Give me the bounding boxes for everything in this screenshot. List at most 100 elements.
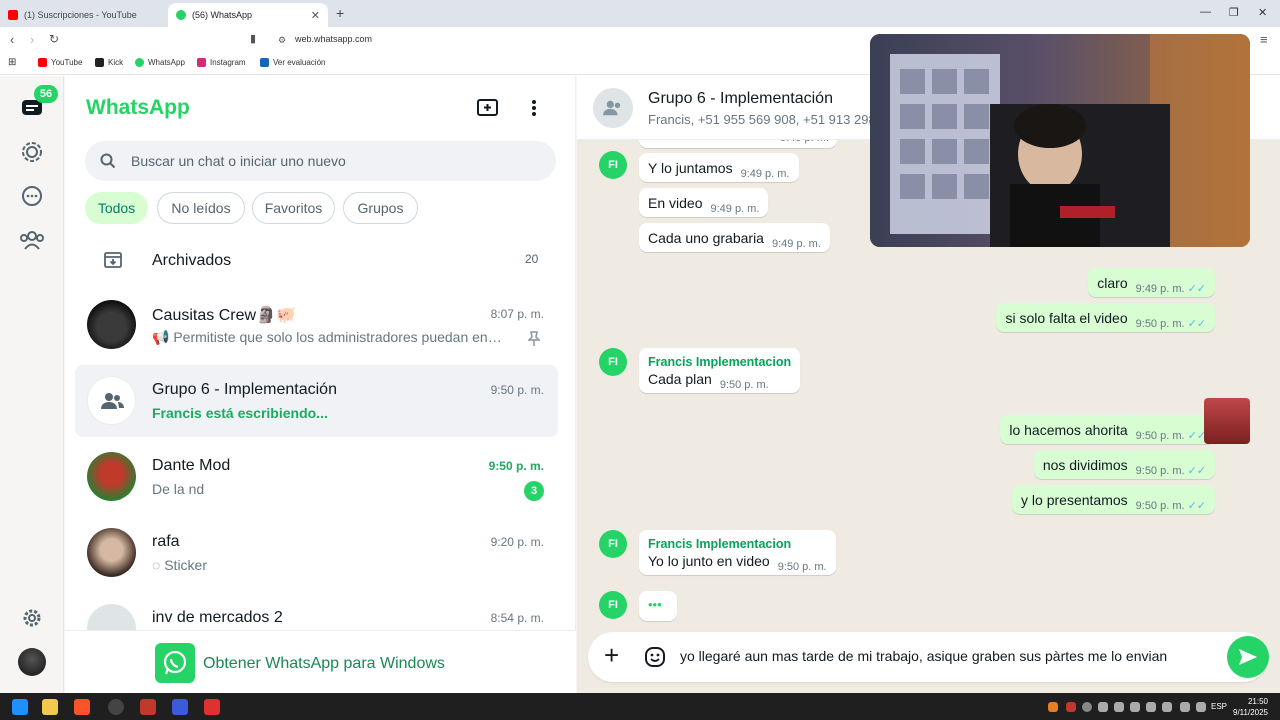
mic-icon[interactable] bbox=[1098, 702, 1108, 712]
message-input[interactable]: yo llegaré aun mas tarde de mi trabajo, … bbox=[680, 648, 1167, 664]
windows-start-icon[interactable] bbox=[12, 699, 28, 715]
whatsapp-logo-icon bbox=[155, 643, 195, 683]
chat-row-rafa[interactable]: rafa 9:20 p. m. ◌ Sticker bbox=[75, 517, 558, 589]
message-time: 9:50 p. m. ✓✓ bbox=[1135, 500, 1206, 512]
chat-name: Grupo 6 - Implementación bbox=[152, 381, 337, 398]
tray-icon[interactable] bbox=[1066, 702, 1076, 712]
profile-avatar[interactable] bbox=[18, 648, 46, 676]
app-icon[interactable] bbox=[204, 699, 220, 715]
filter-grupos[interactable]: Grupos bbox=[343, 192, 418, 224]
read-ticks-icon: ✓✓ bbox=[1187, 465, 1206, 477]
webcam-overlay bbox=[870, 34, 1250, 247]
settings-icon[interactable] bbox=[18, 604, 46, 632]
chat-time: 9:50 p. m. bbox=[488, 459, 544, 473]
bookmark-instagram[interactable]: Instagram bbox=[197, 58, 246, 67]
archived-row[interactable]: Archivados 20 bbox=[65, 238, 576, 284]
message-bubble-out: y lo presentamos 9:50 p. m. ✓✓ bbox=[1012, 485, 1215, 514]
reload-icon[interactable]: ↻ bbox=[49, 32, 59, 46]
new-tab-button[interactable]: + bbox=[336, 5, 344, 21]
menu-icon[interactable] bbox=[531, 98, 541, 123]
tray-icon[interactable] bbox=[1048, 702, 1058, 712]
sender-name[interactable]: Francis Implementacion bbox=[648, 355, 791, 369]
message-bubble-out: nos dividimos 9:50 p. m. ✓✓ bbox=[1033, 450, 1215, 479]
app-icon[interactable] bbox=[140, 699, 156, 715]
unread-count-badge: 3 bbox=[524, 481, 544, 501]
status-icon[interactable] bbox=[18, 138, 46, 166]
message-text: Cada uno grabaria bbox=[648, 230, 764, 246]
bookmark-kick[interactable]: Kick bbox=[95, 58, 123, 67]
tray-icon[interactable] bbox=[1196, 702, 1206, 712]
chat-name: inv de mercados 2 bbox=[152, 609, 283, 626]
channels-icon[interactable] bbox=[18, 182, 46, 210]
chat-time: 9:50 p. m. bbox=[490, 383, 544, 397]
tray-icon[interactable] bbox=[1180, 702, 1190, 712]
youtube-icon bbox=[8, 10, 18, 20]
message-text: Yo lo junto en video bbox=[648, 553, 770, 569]
message-bubble: En video 9:49 p. m. bbox=[639, 188, 769, 217]
new-chat-icon[interactable] bbox=[477, 98, 499, 123]
language-indicator[interactable]: ESP bbox=[1211, 702, 1227, 711]
tab-whatsapp[interactable]: (56) WhatsApp ✕ bbox=[168, 3, 328, 27]
filter-todos[interactable]: Todos bbox=[85, 192, 148, 224]
communities-icon[interactable] bbox=[18, 226, 46, 254]
chat-row-causitas-crew[interactable]: Causitas Crew🗿🐖 8:07 p. m. 📢 Permitiste … bbox=[75, 289, 558, 361]
whatsapp-icon bbox=[135, 58, 144, 67]
send-button[interactable] bbox=[1227, 636, 1269, 678]
chat-row-dante-mod[interactable]: Dante Mod 9:50 p. m. De la nd 3 bbox=[75, 441, 558, 513]
forward-icon[interactable]: › bbox=[30, 32, 34, 47]
chat-name: Causitas Crew🗿🐖 bbox=[152, 307, 296, 324]
message-text: y lo presentamos bbox=[1021, 492, 1128, 508]
filter-favoritos[interactable]: Favoritos bbox=[252, 192, 335, 224]
filter-no-leidos[interactable]: No leídos bbox=[157, 192, 245, 224]
tray-icon[interactable] bbox=[1162, 702, 1172, 712]
archive-icon bbox=[104, 252, 122, 268]
chat-preview: Francis está escribiendo... bbox=[152, 405, 328, 421]
brave-browser-icon[interactable] bbox=[74, 699, 90, 715]
chat-row-inv-mercados[interactable]: inv de mercados 2 8:54 p. m. bbox=[75, 593, 558, 630]
menu-icon[interactable]: ≡ bbox=[1260, 32, 1268, 47]
message-bubble: Cada uno grabaria 9:49 p. m. bbox=[639, 223, 830, 252]
tray-icon[interactable] bbox=[1082, 702, 1092, 712]
back-icon[interactable]: ‹ bbox=[10, 32, 14, 47]
close-window-button[interactable]: ✕ bbox=[1258, 6, 1267, 19]
search-input[interactable]: Buscar un chat o iniciar uno nuevo bbox=[85, 141, 556, 181]
chat-row-grupo-6[interactable]: Grupo 6 - Implementación 9:50 p. m. Fran… bbox=[75, 365, 558, 437]
attach-plus-icon[interactable]: + bbox=[604, 642, 619, 668]
sticker-icon: ◌ bbox=[152, 557, 161, 573]
app-icon[interactable] bbox=[172, 699, 188, 715]
message-composer: + yo llegaré aun mas tarde de mi trabajo… bbox=[588, 632, 1269, 682]
sticker-icon[interactable] bbox=[644, 646, 666, 668]
get-app-banner[interactable]: Obtener WhatsApp para Windows bbox=[65, 630, 576, 693]
site-info-icon[interactable]: ⚙ bbox=[278, 35, 286, 46]
message-text: Y lo juntamos bbox=[648, 160, 733, 176]
bookmark-whatsapp[interactable]: WhatsApp bbox=[135, 58, 185, 67]
emote-image bbox=[1204, 398, 1250, 444]
chat-time: 8:54 p. m. bbox=[490, 611, 544, 625]
bookmark-evaluacion[interactable]: Ver evaluación bbox=[260, 58, 325, 67]
file-explorer-icon[interactable] bbox=[42, 699, 58, 715]
network-icon[interactable] bbox=[1130, 702, 1140, 712]
close-tab-icon[interactable]: ✕ bbox=[311, 9, 320, 22]
minimize-button[interactable]: — bbox=[1200, 6, 1211, 18]
bookmark-icon[interactable]: ▮ bbox=[250, 32, 256, 45]
tray-icon[interactable] bbox=[1146, 702, 1156, 712]
group-avatar bbox=[87, 376, 136, 425]
apps-grid-icon[interactable]: ⊞ bbox=[8, 57, 16, 68]
group-avatar[interactable] bbox=[593, 88, 633, 128]
app-icon[interactable] bbox=[108, 699, 124, 715]
chat-name: rafa bbox=[152, 533, 180, 550]
bookmark-youtube[interactable]: YouTube bbox=[38, 58, 82, 67]
volume-icon[interactable] bbox=[1114, 702, 1124, 712]
message-time: 9:49 p. m. bbox=[771, 238, 821, 250]
conversation-members: Francis, +51 955 569 908, +51 913 298 bbox=[648, 112, 876, 127]
sender-name[interactable]: Francis Implementacion bbox=[648, 537, 827, 551]
url-field[interactable]: web.whatsapp.com bbox=[295, 34, 372, 44]
message-bubble: Francis Implementacion Cada plan 9:50 p. … bbox=[639, 348, 801, 393]
tab-youtube[interactable]: (1) Suscripciones - YouTube bbox=[0, 3, 168, 27]
unread-badge: 56 bbox=[34, 85, 58, 103]
clock[interactable]: 21:50 9/11/2025 bbox=[1233, 696, 1268, 718]
chat-preview: 📢 Permitiste que solo los administradore… bbox=[152, 329, 502, 345]
get-app-link[interactable]: Obtener WhatsApp para Windows bbox=[203, 655, 445, 673]
restore-button[interactable]: ❐ bbox=[1229, 6, 1239, 19]
message-bubble-out: si solo falta el video 9:50 p. m. ✓✓ bbox=[996, 303, 1215, 332]
